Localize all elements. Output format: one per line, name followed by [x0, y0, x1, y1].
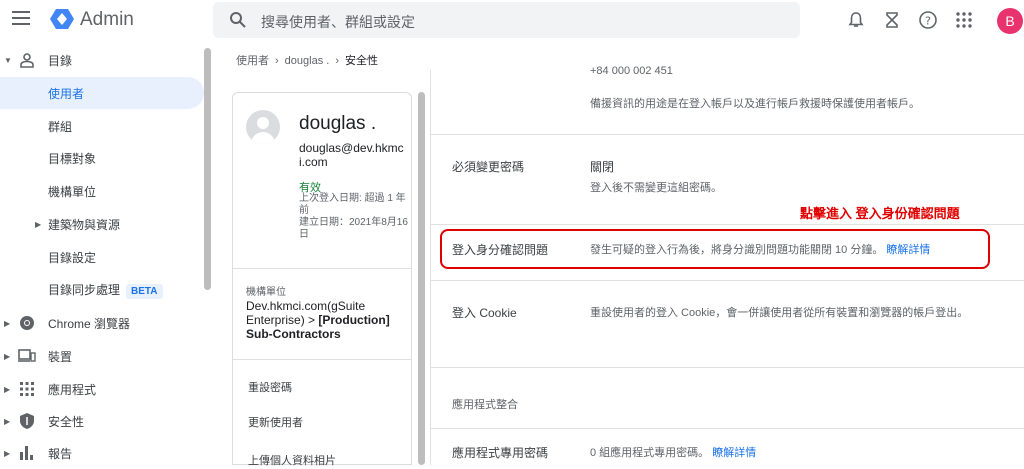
breadcrumb-user[interactable]: douglas . — [285, 55, 330, 67]
sidebar-item-label: 安全性 — [48, 414, 85, 429]
learn-more-link[interactable]: 瞭解詳情 — [886, 244, 930, 256]
sidebar-item-chrome[interactable]: ▶ Chrome 瀏覽器 — [0, 307, 206, 339]
help-icon[interactable]: ? — [916, 8, 940, 32]
login-challenge-text: 發生可疑的登入行為後，將身分識別問題功能關閉 10 分鐘。 — [590, 244, 884, 256]
sidebar-item-label: 目錄設定 — [48, 250, 97, 265]
created-date: 建立日期：2021年8月16日 — [299, 217, 408, 240]
svg-text:?: ? — [925, 15, 931, 28]
row-divider — [430, 280, 1024, 281]
hourglass-icon[interactable] — [880, 8, 904, 32]
search-bar[interactable]: 搜尋使用者、群組或設定 — [213, 2, 800, 38]
sidebar-item-reports[interactable]: ▶ 報告 — [0, 437, 206, 469]
sidebar-item-users[interactable]: 使用者 — [0, 77, 204, 109]
sidebar-item-security[interactable]: ▶ 安全性 — [0, 405, 206, 437]
row-divider — [430, 428, 1024, 429]
account-avatar[interactable]: B — [997, 8, 1023, 34]
update-user-button[interactable]: 更新使用者 — [248, 414, 303, 430]
sidebar-item-org-units[interactable]: 機構單位 — [0, 175, 206, 207]
card-divider — [233, 268, 411, 269]
user-card: douglas . douglas@dev.hkmci.com 有效 上次登入日… — [232, 92, 412, 468]
recovery-description: 備援資訊的用途是在登入帳戶以及進行帳戶救援時保護使用者帳戶。 — [590, 98, 920, 110]
beta-badge: BETA — [126, 284, 163, 299]
user-meta: 上次登入日期: 超過 1 年前 建立日期：2021年8月16日 — [299, 193, 409, 241]
org-unit-label: 機構單位 — [246, 287, 286, 298]
collapsed-caret-icon: ▶ — [4, 448, 11, 458]
sidebar-item-directory-sync[interactable]: 目錄同步處理 BETA — [0, 274, 206, 306]
sidebar-item-label: 目錄同步處理 — [48, 283, 121, 297]
breadcrumb: 使用者 › douglas . › 安全性 — [236, 52, 378, 68]
sidebar-item-apps[interactable]: ▶ 應用程式 — [0, 373, 206, 405]
chrome-icon — [18, 314, 36, 332]
change-password-value: 關閉 — [590, 160, 615, 174]
search-icon — [230, 12, 246, 28]
annotation-text: 點擊進入 登入身份確認問題 — [800, 206, 960, 221]
sidebar-item-devices[interactable]: ▶ 裝置 — [0, 340, 206, 372]
login-challenge-label[interactable]: 登入身分確認問題 — [452, 242, 548, 258]
sidebar-scrollbar[interactable] — [204, 48, 211, 290]
sidebar-item-label: 目錄 — [48, 53, 73, 68]
sidebar-item-target-audiences[interactable]: 目標對象 — [0, 142, 206, 174]
row-divider — [430, 224, 1024, 225]
sidebar-item-directory[interactable]: ▼ 目錄 — [0, 44, 206, 76]
change-password-desc: 登入後不需變更這組密碼。 — [590, 182, 722, 194]
user-avatar — [246, 110, 280, 144]
card-divider — [233, 359, 411, 360]
last-login: 上次登入日期: 超過 1 年前 — [299, 193, 406, 216]
app-password-desc: 0 組應用程式專用密碼。 瞭解詳情 — [590, 446, 756, 460]
collapsed-caret-icon: ▶ — [4, 318, 11, 328]
learn-more-link[interactable]: 瞭解詳情 — [712, 447, 756, 459]
sidebar-item-label: 應用程式 — [48, 382, 97, 397]
sidebar: ▼ 目錄 使用者 群組 目標對象 機構單位 ▶ 建築物與資源 目錄設定 目錄同步… — [0, 42, 206, 465]
app-launcher-icon[interactable] — [952, 8, 976, 32]
main-menu-icon[interactable] — [12, 11, 30, 25]
reset-password-button[interactable]: 重設密碼 — [248, 379, 292, 395]
breadcrumb-separator-icon: › — [275, 55, 279, 67]
apps-icon — [18, 380, 36, 398]
sidebar-item-label: 機構單位 — [48, 184, 97, 199]
sidebar-item-label: 裝置 — [48, 349, 73, 364]
org-unit-value: Dev.hkmci.com(gSuite Enterprise) > [Prod… — [246, 299, 406, 341]
breadcrumb-current: 安全性 — [345, 55, 378, 67]
panel-divider — [430, 70, 431, 465]
bell-icon[interactable] — [844, 8, 868, 32]
row-divider — [430, 134, 1024, 135]
top-bar: Admin 搜尋使用者、群組或設定 ? B — [0, 0, 1024, 42]
recovery-phone: +84 000 002 451 — [590, 65, 673, 76]
collapsed-caret-icon: ▶ — [4, 351, 11, 361]
app-password-text: 0 組應用程式專用密碼。 — [590, 447, 710, 459]
collapsed-caret-icon: ▶ — [4, 384, 11, 394]
person-icon — [18, 51, 36, 69]
upload-photo-button[interactable]: 上傳個人資料相片 — [248, 452, 336, 468]
app-title: Admin — [80, 9, 134, 30]
collapsed-caret-icon: ▶ — [4, 416, 11, 426]
sidebar-item-directory-settings[interactable]: 目錄設定 — [0, 241, 206, 273]
sidebar-item-label: 使用者 — [48, 86, 85, 101]
login-challenge-desc: 發生可疑的登入行為後，將身分識別問題功能關閉 10 分鐘。 瞭解詳情 — [590, 243, 930, 257]
collapsed-caret-icon: ▶ — [35, 219, 42, 229]
user-name: douglas . — [299, 113, 377, 134]
sidebar-item-label: 群組 — [48, 119, 73, 134]
app-integration-heading: 應用程式整合 — [452, 399, 518, 411]
sidebar-item-groups[interactable]: 群組 — [0, 110, 206, 142]
card-scrollbar[interactable] — [418, 92, 425, 465]
user-email: douglas@dev.hkmci.com — [299, 141, 404, 169]
row-divider — [430, 367, 1024, 368]
search-input[interactable]: 搜尋使用者、群組或設定 — [261, 12, 415, 32]
breadcrumb-separator-icon: › — [335, 55, 339, 67]
sidebar-item-label: 報告 — [48, 446, 73, 461]
admin-logo-icon — [50, 9, 74, 29]
login-cookie-label[interactable]: 登入 Cookie — [452, 305, 517, 321]
expanded-caret-icon: ▼ — [4, 55, 12, 65]
app-password-label[interactable]: 應用程式專用密碼 — [452, 445, 548, 461]
shield-icon — [18, 412, 36, 430]
sidebar-item-label: 目標對象 — [48, 151, 97, 166]
sidebar-item-label: Chrome 瀏覽器 — [48, 316, 131, 331]
change-password-label: 必須變更密碼 — [452, 160, 525, 174]
sidebar-item-label: 建築物與資源 — [48, 217, 121, 232]
bar-chart-icon — [18, 444, 36, 462]
login-cookie-desc: 重設使用者的登入 Cookie，會一併讓使用者從所有裝置和瀏覽器的帳戶登出。 — [590, 307, 969, 319]
sidebar-item-buildings-resources[interactable]: ▶ 建築物與資源 — [0, 208, 206, 240]
devices-icon — [18, 347, 36, 365]
breadcrumb-users[interactable]: 使用者 — [236, 55, 269, 67]
